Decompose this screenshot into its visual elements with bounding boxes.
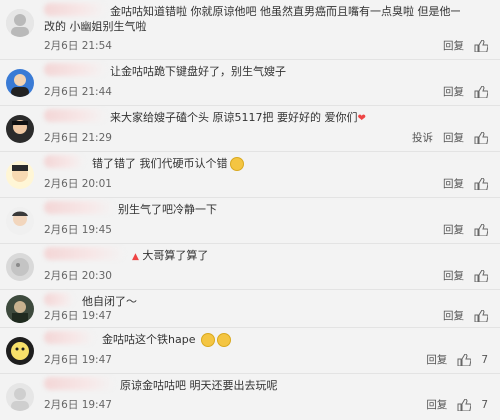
timestamp: 2月6日 21:29: [44, 132, 112, 144]
comment-text: 错了错了 我们代硬币认个错: [92, 156, 460, 171]
actions: 回复 7: [426, 397, 488, 412]
reply-button[interactable]: 回复: [443, 222, 464, 237]
timestamp: 2月6日 19:47: [44, 354, 112, 366]
username-blurred[interactable]: [44, 201, 114, 214]
thumb-up-icon[interactable]: [457, 398, 472, 411]
comment-item: ▲ 大哥算了算了 2月6日 20:30 回复: [0, 244, 500, 290]
thumb-up-icon[interactable]: [474, 223, 488, 236]
comment-text: 金咕咕这个铁hape: [102, 332, 460, 347]
thumb-up-icon[interactable]: [474, 309, 488, 322]
comment-item: 来大家给嫂子磕个头 原谅5117把 要好好的 爱你们❤ 2月6日 21:29 投…: [0, 106, 500, 152]
avatar[interactable]: [6, 253, 34, 281]
actions: 回复: [443, 308, 488, 323]
comment-item: 他自闭了～ 2月6日 19:47 回复: [0, 290, 500, 328]
comment-item: 原谅金咕咕吧 明天还要出去玩呢 2月6日 19:47 回复 7: [0, 374, 500, 418]
avatar[interactable]: [6, 337, 34, 365]
comment-item: 别生气了吧冷静一下 2月6日 19:45 回复: [0, 198, 500, 244]
username-blurred[interactable]: [44, 247, 124, 260]
thumb-up-icon[interactable]: [474, 131, 488, 144]
comment-list: 金咕咕知道错啦 你就原谅他吧 他虽然直男癌而且嘴有一点臭啦 但是他一定会慢慢 改…: [0, 0, 500, 420]
timestamp: 2月6日 21:44: [44, 86, 112, 98]
actions: 回复 7: [426, 352, 488, 367]
comment-item: 错了错了 我们代硬币认个错 2月6日 20:01 回复: [0, 152, 500, 198]
reply-button[interactable]: 回复: [426, 352, 447, 367]
actions: 回复: [443, 222, 488, 237]
comment-text: 原谅金咕咕吧 明天还要出去玩呢: [120, 379, 278, 392]
heart-icon: ❤: [357, 113, 366, 124]
badge-icon: ▲: [132, 252, 139, 262]
timestamp: 2月6日 19:45: [44, 224, 112, 236]
comment-text: 他自闭了～: [82, 295, 137, 308]
reply-button[interactable]: 回复: [426, 397, 447, 412]
avatar[interactable]: [6, 69, 34, 97]
username-blurred[interactable]: [44, 155, 84, 168]
reply-button[interactable]: 回复: [443, 268, 464, 283]
username-blurred[interactable]: [44, 331, 94, 344]
thumb-up-icon[interactable]: [474, 85, 488, 98]
report-button[interactable]: 投诉: [412, 130, 433, 145]
comment-text-line2: 改的 小幽姐别生气啦: [44, 20, 147, 33]
timestamp: 2月6日 19:47: [44, 399, 112, 411]
avatar[interactable]: [6, 295, 34, 323]
thumb-up-icon[interactable]: [474, 269, 488, 282]
avatar[interactable]: [6, 9, 34, 37]
comment-text: ▲ 大哥算了算了: [132, 249, 209, 262]
actions: 回复: [443, 84, 488, 99]
reply-button[interactable]: 回复: [443, 308, 464, 323]
timestamp: 2月6日 21:54: [44, 40, 112, 52]
thumb-up-icon[interactable]: [457, 353, 472, 366]
reply-button[interactable]: 回复: [443, 130, 464, 145]
actions: 回复: [443, 176, 488, 191]
timestamp: 2月6日 19:47: [44, 310, 112, 322]
like-count: 7: [481, 398, 488, 411]
comment-item: 金咕咕这个铁hape 2月6日 19:47 回复 7: [0, 328, 500, 374]
reply-button[interactable]: 回复: [443, 176, 464, 191]
comment-text: 金咕咕知道错啦 你就原谅他吧 他虽然直男癌而且嘴有一点臭啦 但是他一定会慢慢: [110, 5, 460, 18]
laughing-emoji-icon: [229, 157, 244, 171]
thumb-up-icon[interactable]: [474, 39, 488, 52]
reply-button[interactable]: 回复: [443, 38, 464, 53]
avatar[interactable]: [6, 161, 34, 189]
comment-text: 让金咕咕跪下键盘好了，别生气嫂子: [110, 65, 286, 78]
comment-item: 金咕咕知道错啦 你就原谅他吧 他虽然直男癌而且嘴有一点臭啦 但是他一定会慢慢 改…: [0, 0, 500, 60]
comment-item: 让金咕咕跪下键盘好了，别生气嫂子 2月6日 21:44 回复: [0, 60, 500, 106]
username-blurred[interactable]: [44, 109, 106, 122]
username-blurred[interactable]: [44, 293, 74, 306]
timestamp: 2月6日 20:01: [44, 178, 112, 190]
sad-emoji-icon: [200, 333, 215, 347]
comment-text: 来大家给嫂子磕个头 原谅5117把 要好好的 爱你们❤: [110, 111, 366, 124]
avatar[interactable]: [6, 207, 34, 235]
username-blurred[interactable]: [44, 3, 106, 16]
reply-button[interactable]: 回复: [443, 84, 464, 99]
like-count: 7: [481, 353, 488, 366]
actions: 投诉 回复: [412, 130, 488, 145]
username-blurred[interactable]: [44, 63, 106, 76]
thumb-up-icon[interactable]: [474, 177, 488, 190]
timestamp: 2月6日 20:30: [44, 270, 112, 282]
username-blurred[interactable]: [44, 377, 114, 390]
avatar[interactable]: [6, 115, 34, 143]
comment-text: 别生气了吧冷静一下: [118, 203, 217, 216]
avatar[interactable]: [6, 383, 34, 411]
actions: 回复: [443, 268, 488, 283]
sad-emoji-icon: [216, 333, 231, 347]
actions: 回复: [443, 38, 488, 53]
